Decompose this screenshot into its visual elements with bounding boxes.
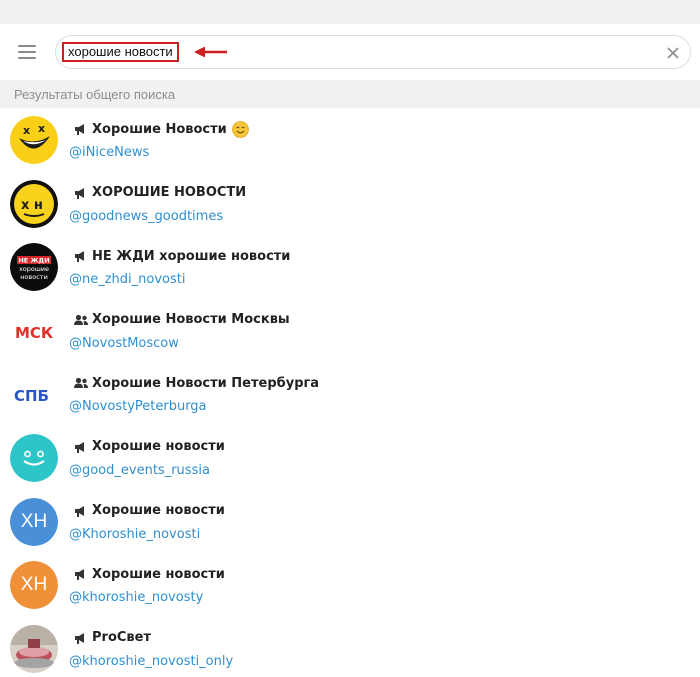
search-results-list: x x Хорошие Новости @iNiceNews x н ХОРОШ… xyxy=(0,108,700,677)
avatar: ХН xyxy=(10,561,58,610)
chat-title: Хорошие новости xyxy=(92,439,225,455)
avatar: СПБ xyxy=(10,370,58,419)
list-item[interactable]: x x Хорошие Новости @iNiceNews xyxy=(0,108,700,172)
avatar: ХН xyxy=(10,497,58,546)
chat-title: Хорошие новости xyxy=(92,503,225,519)
list-item[interactable]: НЕ ЖДИ хорошие новости НЕ ЖДИ хорошие но… xyxy=(0,235,700,299)
svg-text:x: x xyxy=(23,124,30,137)
megaphone-icon xyxy=(75,187,84,199)
window-top-strip xyxy=(0,0,700,24)
megaphone-icon xyxy=(75,505,84,517)
list-item[interactable]: МСК Хорошие Новости Москвы @NovostMoscow xyxy=(0,299,700,363)
section-label: Результаты общего поиска xyxy=(0,80,700,108)
list-item[interactable]: x н ХОРОШИЕ НОВОСТИ @goodnews_goodtimes xyxy=(0,172,700,236)
chat-username: @khoroshie_novosti_only xyxy=(69,653,234,669)
avatar-initials: ХН xyxy=(10,497,58,546)
search-header: хорошие новости xyxy=(0,24,700,80)
list-item[interactable]: ProСвет @khoroshie_novosti_only xyxy=(0,617,700,677)
avatar-logo-text: хорошие xyxy=(19,265,49,273)
svg-text:x: x xyxy=(38,122,45,135)
chat-username: @goodnews_goodtimes xyxy=(69,208,224,224)
avatar: НЕ ЖДИ хорошие новости xyxy=(10,243,58,292)
list-item[interactable]: Хорошие новости @good_events_russia xyxy=(0,426,700,490)
megaphone-icon xyxy=(75,441,84,453)
avatar: x н xyxy=(10,179,58,228)
avatar xyxy=(10,624,58,673)
megaphone-icon xyxy=(75,632,84,644)
chat-title: ХОРОШИЕ НОВОСТИ xyxy=(92,185,247,201)
group-icon xyxy=(74,378,88,389)
chat-title: Хорошие Новости Москвы xyxy=(92,312,290,328)
chat-username: @NovostyPeterburga xyxy=(69,399,207,415)
search-query-highlight[interactable]: хорошие новости xyxy=(62,42,179,62)
annotation-arrow-icon xyxy=(194,46,227,58)
chat-username: @khoroshie_novosty xyxy=(69,590,204,606)
megaphone-icon xyxy=(75,569,84,581)
smiling-face-emoji-icon xyxy=(231,120,249,138)
avatar-logo-text: МСК xyxy=(15,324,54,342)
svg-text:x н: x н xyxy=(21,198,43,213)
avatar-logo-text: новости xyxy=(20,273,48,281)
avatar-logo-text: СПБ xyxy=(14,387,49,405)
chat-username: @ne_zhdi_novosti xyxy=(69,272,186,288)
avatar: x x xyxy=(10,116,58,164)
avatar-initials: ХН xyxy=(10,561,58,610)
chat-username: @Khoroshie_novosti xyxy=(69,526,201,542)
chat-title: НЕ ЖДИ хорошие новости xyxy=(92,248,291,264)
hamburger-menu-icon[interactable] xyxy=(14,40,42,64)
close-icon[interactable] xyxy=(664,44,682,62)
list-item[interactable]: СПБ Хорошие Новости Петербурга @NovostyP… xyxy=(0,362,700,426)
chat-username: @good_events_russia xyxy=(69,462,210,478)
chat-title: ProСвет xyxy=(92,630,151,646)
chat-username: @NovostMoscow xyxy=(69,335,179,351)
search-input[interactable]: хорошие новости xyxy=(55,35,691,69)
avatar xyxy=(10,433,58,482)
list-item[interactable]: ХН Хорошие новости @khoroshie_novosty xyxy=(0,553,700,617)
megaphone-icon xyxy=(75,251,84,263)
group-icon xyxy=(74,314,88,325)
megaphone-icon xyxy=(75,124,84,135)
chat-title: Хорошие Новости Петербурга xyxy=(92,375,320,391)
avatar-logo-text: НЕ ЖДИ xyxy=(18,257,49,265)
chat-username: @iNiceNews xyxy=(69,145,150,160)
chat-title: Хорошие новости xyxy=(92,566,225,582)
avatar: МСК xyxy=(10,306,58,355)
list-item[interactable]: ХН Хорошие новости @Khoroshie_novosti xyxy=(0,490,700,554)
chat-title: Хорошие Новости xyxy=(92,121,227,137)
